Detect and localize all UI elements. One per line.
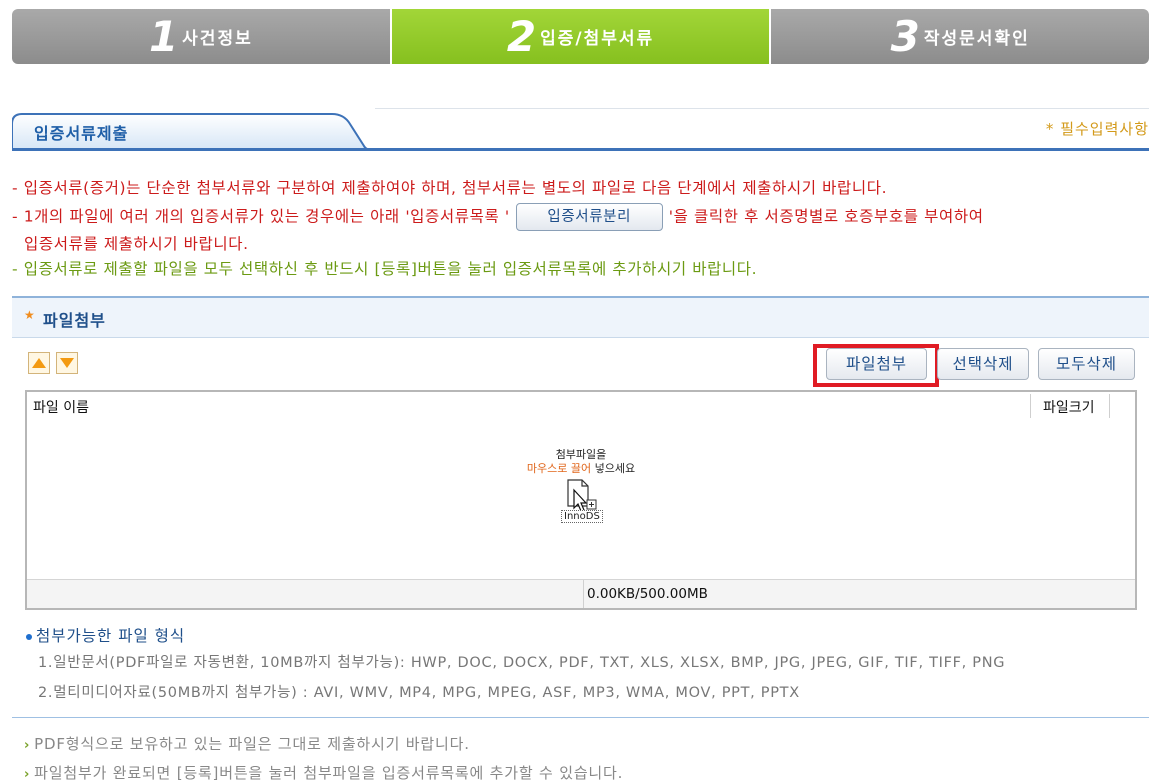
step-3-label: 작성문서확인 [923, 29, 1030, 49]
tip-1: › PDF형식으로 보유하고 있는 파일은 그대로 제출하시기 바랍니다. [24, 733, 470, 754]
step-3-number: 3 [890, 12, 920, 61]
chevron-right-icon: › [24, 738, 31, 753]
file-drop-area[interactable]: 파일 이름 파일크기 첨부파일을 마우스로 끌어 넣으세요 InnoDS 0.0… [25, 390, 1137, 610]
step-progress-bar: 1 사건정보 2 입증/첨부서류 3 작성문서확인 [12, 9, 1150, 64]
column-file-size[interactable]: 파일크기 [1043, 397, 1095, 417]
delete-selected-button[interactable]: 선택삭제 [937, 348, 1029, 380]
step-2-label: 입증/첨부서류 [540, 29, 655, 49]
arrow-up-icon [32, 358, 46, 368]
drop-icon-label: InnoDS [561, 510, 603, 523]
format-line-documents: 1.일반문서(PDF파일로 자동변환, 10MB까지 첨부가능): HWP, D… [38, 655, 1006, 671]
split-evidence-button[interactable]: 입증서류분리 [515, 203, 663, 231]
move-up-button[interactable] [28, 352, 50, 374]
drop-hint-drag-text: 마우스로 끌어 [526, 462, 592, 475]
column-divider-end [1109, 394, 1110, 418]
step-1-label: 사건정보 [182, 29, 253, 49]
allowed-formats-title: 첨부가능한 파일 형식 [26, 624, 185, 646]
file-attach-title: 파일첨부 [43, 311, 106, 330]
highlight-box [813, 344, 939, 387]
step-3: 3 작성문서확인 [771, 9, 1150, 64]
delete-all-button[interactable]: 모두삭제 [1038, 348, 1135, 380]
arrow-down-icon [60, 358, 74, 368]
drop-hint-put-text: 넣으세요 [594, 462, 636, 475]
section-title: 입증서류제출 [34, 124, 129, 143]
step-2-active: 2 입증/첨부서류 [391, 9, 772, 64]
header-bottom-line [12, 148, 1149, 151]
storage-usage: 0.00KB/500.00MB [587, 586, 708, 602]
file-list-footer: 0.00KB/500.00MB [27, 579, 1135, 608]
tip-1-text: PDF형식으로 보유하고 있는 파일은 그대로 제출하시기 바랍니다. [34, 735, 470, 753]
step-1: 1 사건정보 [12, 9, 392, 64]
section-header: 입증서류제출 * 필수입력사항 [12, 108, 1149, 151]
step-2-number: 2 [506, 12, 536, 61]
file-attach-header: ★ 파일첨부 [12, 296, 1149, 338]
footer-divider [583, 580, 584, 608]
tip-2-text: 파일첨부가 완료되면 [등록]버튼을 눌러 첨부파일을 입증서류목록에 추가할 … [34, 764, 624, 782]
section-divider [12, 717, 1149, 718]
allowed-formats-title-text: 첨부가능한 파일 형식 [36, 627, 186, 645]
column-file-name[interactable]: 파일 이름 [33, 397, 89, 417]
notice-line-1: - 입증서류(증거)는 단순한 첨부서류와 구분하여 제출하여야 하며, 첨부서… [12, 179, 888, 197]
required-note: * 필수입력사항 [1045, 120, 1149, 138]
notice-line-2-pre: - 1개의 파일에 여러 개의 입증서류가 있는 경우에는 아래 '입증서류목록… [12, 207, 510, 226]
file-list-header: 파일 이름 파일크기 [27, 392, 1135, 420]
column-divider [1030, 394, 1031, 418]
notice-line-4: - 입증서류로 제출할 파일을 모두 선택하신 후 반드시 [등록]버튼을 눌러… [12, 260, 758, 278]
notice-line-2-post: '을 클릭한 후 서증명별로 호증부호를 부여하여 [668, 207, 984, 226]
step-1-number: 1 [148, 12, 178, 61]
bullet-icon [26, 633, 32, 640]
move-down-button[interactable] [56, 352, 78, 374]
notice-line-3: 입증서류를 제출하시기 바랍니다. [24, 235, 249, 253]
format-line-multimedia: 2.멀티미디어자료(50MB까지 첨부가능) : AVI, WMV, MP4, … [38, 685, 800, 701]
drop-hint-line-2: 마우스로 끌어 넣으세요 [27, 460, 1135, 476]
star-icon: ★ [24, 308, 35, 322]
tip-2: › 파일첨부가 완료되면 [등록]버튼을 눌러 첨부파일을 입증서류목록에 추가할… [24, 762, 623, 783]
header-top-line [375, 108, 1149, 109]
notice-line-2: - 1개의 파일에 여러 개의 입증서류가 있는 경우에는 아래 '입증서류목록… [12, 203, 984, 231]
chevron-right-icon: › [24, 767, 31, 782]
